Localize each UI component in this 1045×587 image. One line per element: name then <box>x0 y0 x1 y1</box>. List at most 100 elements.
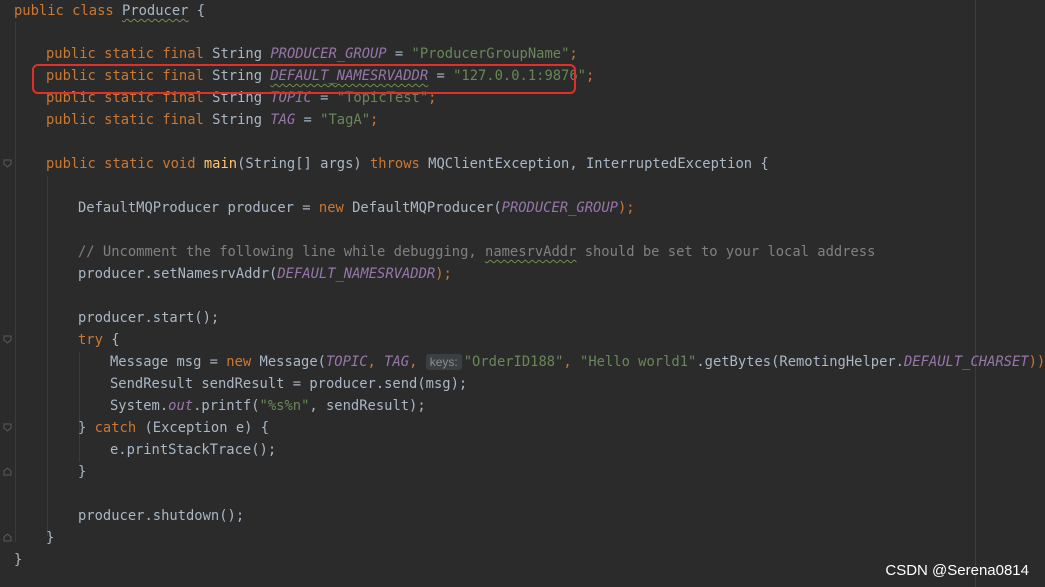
class-name-token: Producer <box>122 3 189 19</box>
constant-token: DEFAULT_NAMESRVADDR <box>277 266 436 282</box>
fold-marker-icon[interactable] <box>3 423 12 432</box>
punctuation-token: } <box>78 464 87 480</box>
constant-token: TAG <box>270 112 296 128</box>
constant-token: TAG <box>384 354 410 370</box>
code-editor[interactable]: public class Producer { public static fi… <box>0 0 1045 587</box>
punctuation-token: ); <box>435 266 452 282</box>
string-token: "%s%n" <box>259 398 310 414</box>
code-token: e.printStackTrace(); <box>110 442 277 458</box>
keyword-token: static <box>104 46 154 62</box>
method-name-token: main <box>203 156 238 172</box>
fold-marker-icon[interactable] <box>3 335 12 344</box>
fold-marker-icon[interactable] <box>3 159 12 168</box>
code-token: , sendResult); <box>309 398 426 414</box>
code-line-class-close[interactable]: } <box>14 549 22 571</box>
string-token: "Hello world1" <box>580 354 697 370</box>
code-line-method-close[interactable]: } <box>46 527 54 549</box>
code-line-send-result[interactable]: SendResult sendResult = producer.send(ms… <box>110 373 467 395</box>
punctuation-token: { <box>188 3 206 19</box>
parameters-token: (String[] args) <box>237 156 370 172</box>
exceptions-token: MQClientException, InterruptedException … <box>419 156 769 172</box>
keyword-token: throws <box>370 156 420 172</box>
field-token: out <box>168 398 194 414</box>
code-line-tag[interactable]: public static final String TAG = "TagA"; <box>46 109 378 131</box>
watermark: CSDN @Serena0814 <box>885 562 1029 579</box>
punctuation-token: { <box>102 332 120 348</box>
code-token: producer.start(); <box>78 310 220 326</box>
keyword-token: final <box>162 46 204 62</box>
string-token: "TagA" <box>320 112 371 128</box>
code-token: .getBytes(RemotingHelper. <box>696 354 904 370</box>
keyword-token: class <box>72 3 114 19</box>
code-token: (Exception e) { <box>136 420 270 436</box>
code-token: producer.shutdown(); <box>78 508 245 524</box>
constant-token: DEFAULT_CHARSET <box>904 354 1029 370</box>
code-line-comment[interactable]: // Uncomment the following line while de… <box>78 241 875 263</box>
code-line-catch-close[interactable]: } <box>78 461 86 483</box>
keyword-token: try <box>78 332 103 348</box>
code-line-print-stack-trace[interactable]: e.printStackTrace(); <box>110 439 276 461</box>
keyword-token: final <box>162 112 204 128</box>
punctuation-token: } <box>78 420 95 436</box>
keyword-token: public <box>46 112 96 128</box>
punctuation-token: , <box>409 354 426 370</box>
constant-token: PRODUCER_GROUP <box>270 46 387 62</box>
code-line-try[interactable]: try { <box>78 329 120 351</box>
fold-marker-icon[interactable] <box>3 467 12 476</box>
punctuation-token: , <box>563 354 581 370</box>
comment-token: should be set to your local address <box>576 244 876 260</box>
code-line-printf[interactable]: System.out.printf("%s%n", sendResult); <box>110 395 426 417</box>
punctuation-token: ; <box>370 112 379 128</box>
code-token: Message msg = <box>110 354 227 370</box>
code-token: DefaultMQProducer( <box>343 200 502 216</box>
punctuation-token: } <box>46 530 55 546</box>
parameter-hint: keys: <box>425 354 462 370</box>
highlight-annotation-box <box>32 64 576 94</box>
keyword-token: void <box>162 156 196 172</box>
code-token: producer.setNamesrvAddr( <box>78 266 278 282</box>
keyword-token: static <box>104 112 154 128</box>
right-margin-guide <box>975 0 976 587</box>
code-token: System. <box>110 398 169 414</box>
keyword-token: public <box>14 3 64 19</box>
keyword-token: static <box>104 156 154 172</box>
code-token: SendResult sendResult = producer.send(ms… <box>110 376 468 392</box>
punctuation-token: , <box>367 354 385 370</box>
code-line-producer-init[interactable]: DefaultMQProducer producer = new Default… <box>78 197 635 219</box>
constant-token: PRODUCER_GROUP <box>501 200 618 216</box>
code-line-message[interactable]: Message msg = new Message(TOPIC, TAG, ke… <box>110 351 1045 373</box>
code-line-main-method[interactable]: public static void main(String[] args) t… <box>46 153 769 175</box>
keyword-token: public <box>46 46 96 62</box>
comment-token: namesrvAddr <box>485 244 577 260</box>
operator-token: = <box>295 112 321 128</box>
indent-guide <box>47 176 48 536</box>
punctuation-token: )); <box>1028 354 1045 370</box>
code-line-catch[interactable]: } catch (Exception e) { <box>78 417 269 439</box>
code-token: Message( <box>251 354 326 370</box>
type-token: String <box>212 46 263 62</box>
code-line-class-declaration[interactable]: public class Producer { <box>14 0 205 22</box>
string-token: "ProducerGroupName" <box>411 46 570 62</box>
code-line-producer-start[interactable]: producer.start(); <box>78 307 219 329</box>
keyword-token: public <box>46 156 96 172</box>
operator-token: = <box>386 46 412 62</box>
punctuation-token: } <box>14 552 23 568</box>
indent-guide <box>15 22 16 542</box>
keyword-token: catch <box>94 420 137 436</box>
code-line-producer-group[interactable]: public static final String PRODUCER_GROU… <box>46 43 578 65</box>
code-token: DefaultMQProducer producer = <box>78 200 319 216</box>
fold-marker-icon[interactable] <box>3 533 12 542</box>
keyword-token: new <box>226 354 252 370</box>
type-token: String <box>212 112 263 128</box>
punctuation-token: ); <box>617 200 635 216</box>
code-line-set-namesrvaddr[interactable]: producer.setNamesrvAddr(DEFAULT_NAMESRVA… <box>78 263 452 285</box>
editor-gutter <box>0 0 12 587</box>
code-line-shutdown[interactable]: producer.shutdown(); <box>78 505 244 527</box>
